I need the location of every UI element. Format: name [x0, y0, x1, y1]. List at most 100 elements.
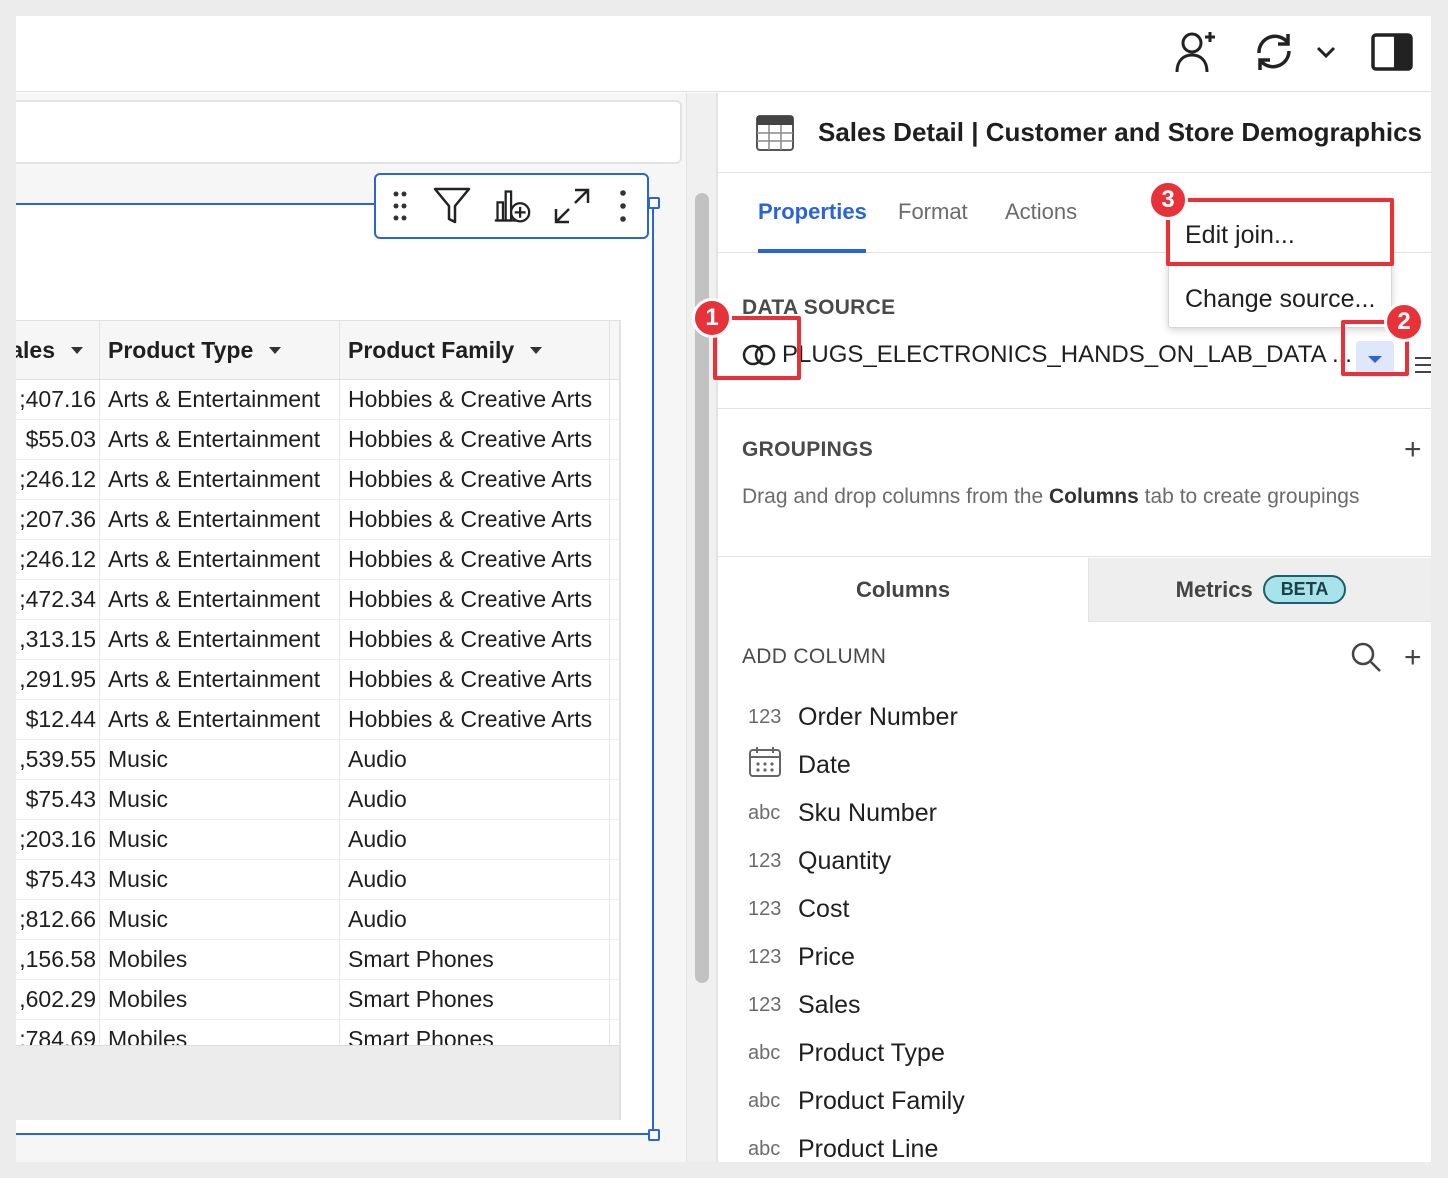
table-row[interactable]: $75.43 Music Audio — [16, 860, 619, 900]
table-row[interactable]: ,156.58 Mobiles Smart Phones — [16, 940, 619, 980]
table-cell: Mobiles — [100, 940, 340, 980]
add-column-label: ADD COLUMN — [742, 645, 887, 668]
canvas-scrollbar[interactable] — [686, 93, 716, 1162]
tab-format[interactable]: Format — [898, 199, 968, 225]
table-cell: Hobbies & Creative Arts — [340, 460, 610, 500]
column-header-product-family[interactable]: Product Family — [340, 321, 610, 379]
element-toolbar — [374, 173, 649, 239]
table-row[interactable]: ;472.34 Arts & Entertainment Hobbies & Cre… — [16, 580, 619, 620]
filter-icon[interactable] — [433, 186, 471, 226]
table-row[interactable]: ;203.16 Music Audio — [16, 820, 619, 860]
table-cell-overflow — [610, 500, 619, 540]
table-cell: Hobbies & Creative Arts — [340, 580, 610, 620]
add-grouping-icon[interactable]: + — [1404, 435, 1422, 465]
column-list-item[interactable]: abc Product Type — [742, 1029, 1422, 1077]
column-list-item[interactable]: 123 Order Number — [742, 693, 1422, 741]
resize-handle-bottom-right[interactable] — [648, 1129, 660, 1141]
column-list-item[interactable]: abc Sku Number — [742, 789, 1422, 837]
table-cell: Hobbies & Creative Arts — [340, 380, 610, 420]
tab-properties[interactable]: Properties — [758, 199, 867, 225]
column-header-product-type[interactable]: Product Type — [100, 321, 340, 379]
table-cell-overflow — [610, 740, 619, 780]
list-menu-icon[interactable] — [1415, 357, 1431, 378]
table-cell: Music — [100, 900, 340, 940]
table-cell: ;203.16 — [16, 820, 100, 860]
panel-title: Sales Detail | Customer and Store Demogr… — [818, 117, 1423, 147]
add-chart-icon[interactable] — [493, 186, 531, 226]
table-row[interactable]: $12.44 Arts & Entertainment Hobbies & Crea… — [16, 700, 619, 740]
table-cell: Audio — [340, 780, 610, 820]
table-cell-overflow — [610, 540, 619, 580]
table-cell: ,602.29 — [16, 980, 100, 1020]
table-body: ;407.16 Arts & Entertainment Hobbies & Cre… — [16, 380, 619, 1060]
table-cell-overflow — [610, 660, 619, 700]
column-type-text: abc — [748, 1041, 781, 1064]
table-cell: Arts & Entertainment — [100, 460, 340, 500]
table-cell: Audio — [340, 820, 610, 860]
column-header-sales[interactable]: ales — [16, 321, 100, 379]
column-type-number: 123 — [748, 993, 782, 1016]
table-cell: Arts & Entertainment — [100, 500, 340, 540]
table-cell: ;207.36 — [16, 500, 100, 540]
table-row[interactable]: $75.43 Music Audio — [16, 780, 619, 820]
column-list-item[interactable]: 123 Sales — [742, 981, 1422, 1029]
table-row[interactable]: ,539.55 Music Audio — [16, 740, 619, 780]
tab-metrics[interactable]: Metrics BETA — [1088, 558, 1431, 622]
column-list-item[interactable]: Date — [742, 741, 1422, 789]
table-cell: Arts & Entertainment — [100, 380, 340, 420]
column-list-item[interactable]: abc Product Line — [742, 1125, 1422, 1163]
tab-columns[interactable]: Columns — [718, 558, 1088, 622]
column-header-label: Product Family — [348, 336, 515, 363]
columns-metrics-tabs: Columns Metrics BETA — [718, 558, 1431, 622]
column-type-number: 123 — [748, 897, 782, 920]
table-cell: ,291.95 — [16, 660, 100, 700]
table-row[interactable]: ,602.29 Mobiles Smart Phones — [16, 980, 619, 1020]
table-cell: $55.03 — [16, 420, 100, 460]
table-cell: Arts & Entertainment — [100, 420, 340, 460]
column-type-text: abc — [748, 801, 781, 824]
column-list-item[interactable]: 123 Quantity — [742, 837, 1422, 885]
table-row[interactable]: ;812.66 Music Audio — [16, 900, 619, 940]
table-row[interactable]: ;246.12 Arts & Entertainment Hobbies & Cre… — [16, 460, 619, 500]
caret-down-icon[interactable] — [71, 346, 83, 354]
tab-actions[interactable]: Actions — [1005, 199, 1077, 225]
column-name: Quantity — [798, 846, 892, 875]
table-row[interactable]: ;407.16 Arts & Entertainment Hobbies & Cre… — [16, 380, 619, 420]
column-name: Price — [798, 942, 855, 971]
search-icon[interactable] — [1350, 641, 1382, 673]
refresh-icon[interactable] — [1248, 26, 1300, 78]
column-list-item[interactable]: 123 Cost — [742, 885, 1422, 933]
panel-toggle-icon[interactable] — [1366, 26, 1418, 78]
table-cell: Music — [100, 740, 340, 780]
add-user-icon[interactable] — [1170, 26, 1222, 78]
caret-down-icon[interactable] — [530, 346, 543, 354]
column-list-item[interactable]: 123 Price — [742, 933, 1422, 981]
caret-down-icon[interactable] — [269, 346, 282, 354]
table-row[interactable]: ;207.36 Arts & Entertainment Hobbies & Cre… — [16, 500, 619, 540]
data-source-name: PLUGS_ELECTRONICS_HANDS_ON_LAB_DATA ... — [782, 341, 1352, 368]
table-row[interactable]: $55.03 Arts & Entertainment Hobbies & Crea… — [16, 420, 619, 460]
expand-icon[interactable] — [553, 186, 591, 226]
top-bar — [16, 16, 1431, 92]
table-cell: Music — [100, 820, 340, 860]
table-row[interactable]: ,291.95 Arts & Entertainment Hobbies & Cre… — [16, 660, 619, 700]
table-cell: ;472.34 — [16, 580, 100, 620]
panel-header: Sales Detail | Customer and Store Demogr… — [718, 93, 1431, 173]
column-name: Product Type — [798, 1038, 945, 1067]
table-footer — [16, 1045, 619, 1120]
resize-handle-top-right[interactable] — [648, 197, 660, 209]
more-options-icon[interactable] — [613, 186, 634, 226]
table-cell: Smart Phones — [340, 940, 610, 980]
table-cell: Hobbies & Creative Arts — [340, 660, 610, 700]
add-column-icon[interactable]: + — [1404, 643, 1422, 673]
canvas-header-bar[interactable] — [16, 100, 682, 164]
table-row[interactable]: ,313.15 Arts & Entertainment Hobbies & Cre… — [16, 620, 619, 660]
chevron-down-icon[interactable] — [1306, 26, 1346, 78]
drag-handle-icon[interactable] — [390, 186, 411, 226]
highlight-box-edit-join — [1166, 198, 1394, 266]
table-cell-overflow — [610, 620, 619, 660]
data-source-row[interactable]: PLUGS_ELECTRONICS_HANDS_ON_LAB_DATA ... — [742, 333, 1431, 377]
column-list-item[interactable]: abc Product Family — [742, 1077, 1422, 1125]
table-row[interactable]: ;246.12 Arts & Entertainment Hobbies & Cre… — [16, 540, 619, 580]
menu-item-change-source[interactable]: Change source... — [1185, 285, 1375, 314]
